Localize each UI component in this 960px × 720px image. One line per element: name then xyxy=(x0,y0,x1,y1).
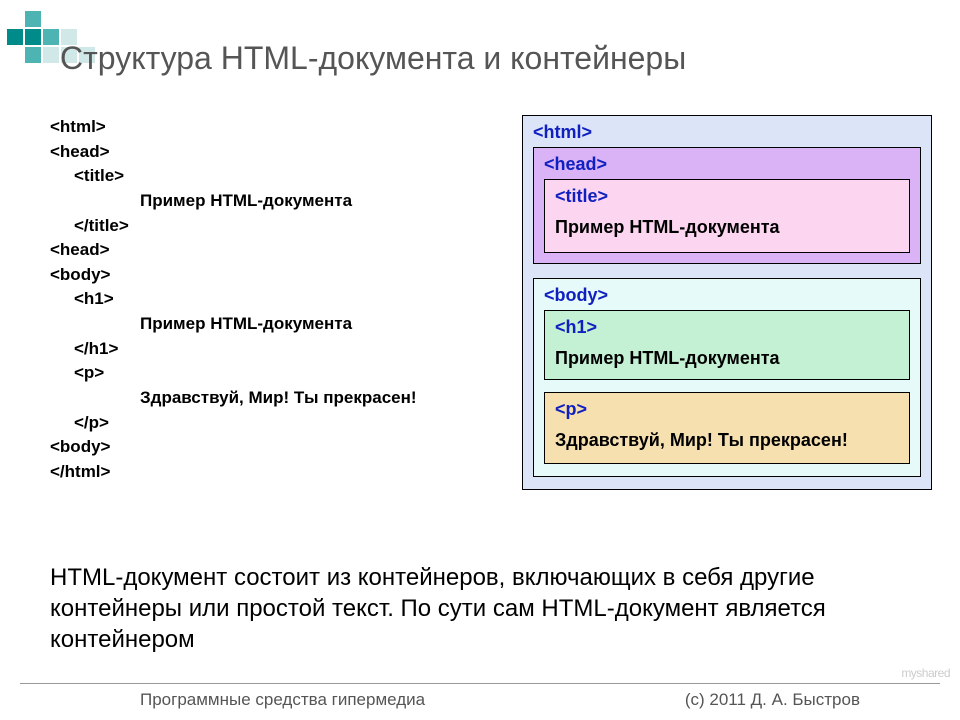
footer-left: Программные средства гипермедиа xyxy=(140,690,425,710)
h1-text: Пример HTML-документа xyxy=(555,348,899,369)
code-line: <head> xyxy=(50,140,500,165)
p-tag-label: <p> xyxy=(555,399,587,419)
body-box: <body> <h1> Пример HTML-документа <p> Зд… xyxy=(533,278,921,477)
code-line: Пример HTML-документа xyxy=(50,312,500,337)
code-line: </h1> xyxy=(50,337,500,362)
description-text: HTML-документ состоит из контейнеров, вк… xyxy=(50,562,910,656)
html-source-code: <html> <head> <title> Пример HTML-докуме… xyxy=(50,115,500,485)
footer: Программные средства гипермедиа (с) 2011… xyxy=(0,690,960,710)
watermark: myshared xyxy=(901,666,950,680)
code-line: Пример HTML-документа xyxy=(50,189,500,214)
h1-box: <h1> Пример HTML-документа xyxy=(544,310,910,380)
head-tag-label: <head> xyxy=(544,154,607,174)
code-line: </html> xyxy=(50,460,500,485)
code-line: <head> xyxy=(50,238,500,263)
code-line: <html> xyxy=(50,115,500,140)
code-line: Здравствуй, Мир! Ты прекрасен! xyxy=(50,386,500,411)
code-line: <title> xyxy=(50,164,500,189)
head-box: <head> <title> Пример HTML-документа xyxy=(533,147,921,264)
h1-tag-label: <h1> xyxy=(555,317,597,337)
html-box: <html> <head> <title> Пример HTML-докуме… xyxy=(522,115,932,490)
p-text: Здравствуй, Мир! Ты прекрасен! xyxy=(555,430,899,451)
p-box: <p> Здравствуй, Мир! Ты прекрасен! xyxy=(544,392,910,464)
code-line: <h1> xyxy=(50,287,500,312)
code-line: </p> xyxy=(50,411,500,436)
container-diagram: <html> <head> <title> Пример HTML-докуме… xyxy=(522,115,932,490)
footer-right: (с) 2011 Д. А. Быстров xyxy=(685,690,860,710)
slide-title: Структура HTML-документа и контейнеры xyxy=(60,40,686,77)
code-line: </title> xyxy=(50,214,500,239)
code-line: <body> xyxy=(50,435,500,460)
title-tag-label: <title> xyxy=(555,186,608,206)
html-tag-label: <html> xyxy=(533,122,592,142)
title-box: <title> Пример HTML-документа xyxy=(544,179,910,253)
footer-divider xyxy=(20,683,940,684)
code-line: <p> xyxy=(50,361,500,386)
body-tag-label: <body> xyxy=(544,285,608,305)
code-line: <body> xyxy=(50,263,500,288)
title-text: Пример HTML-документа xyxy=(555,217,899,238)
